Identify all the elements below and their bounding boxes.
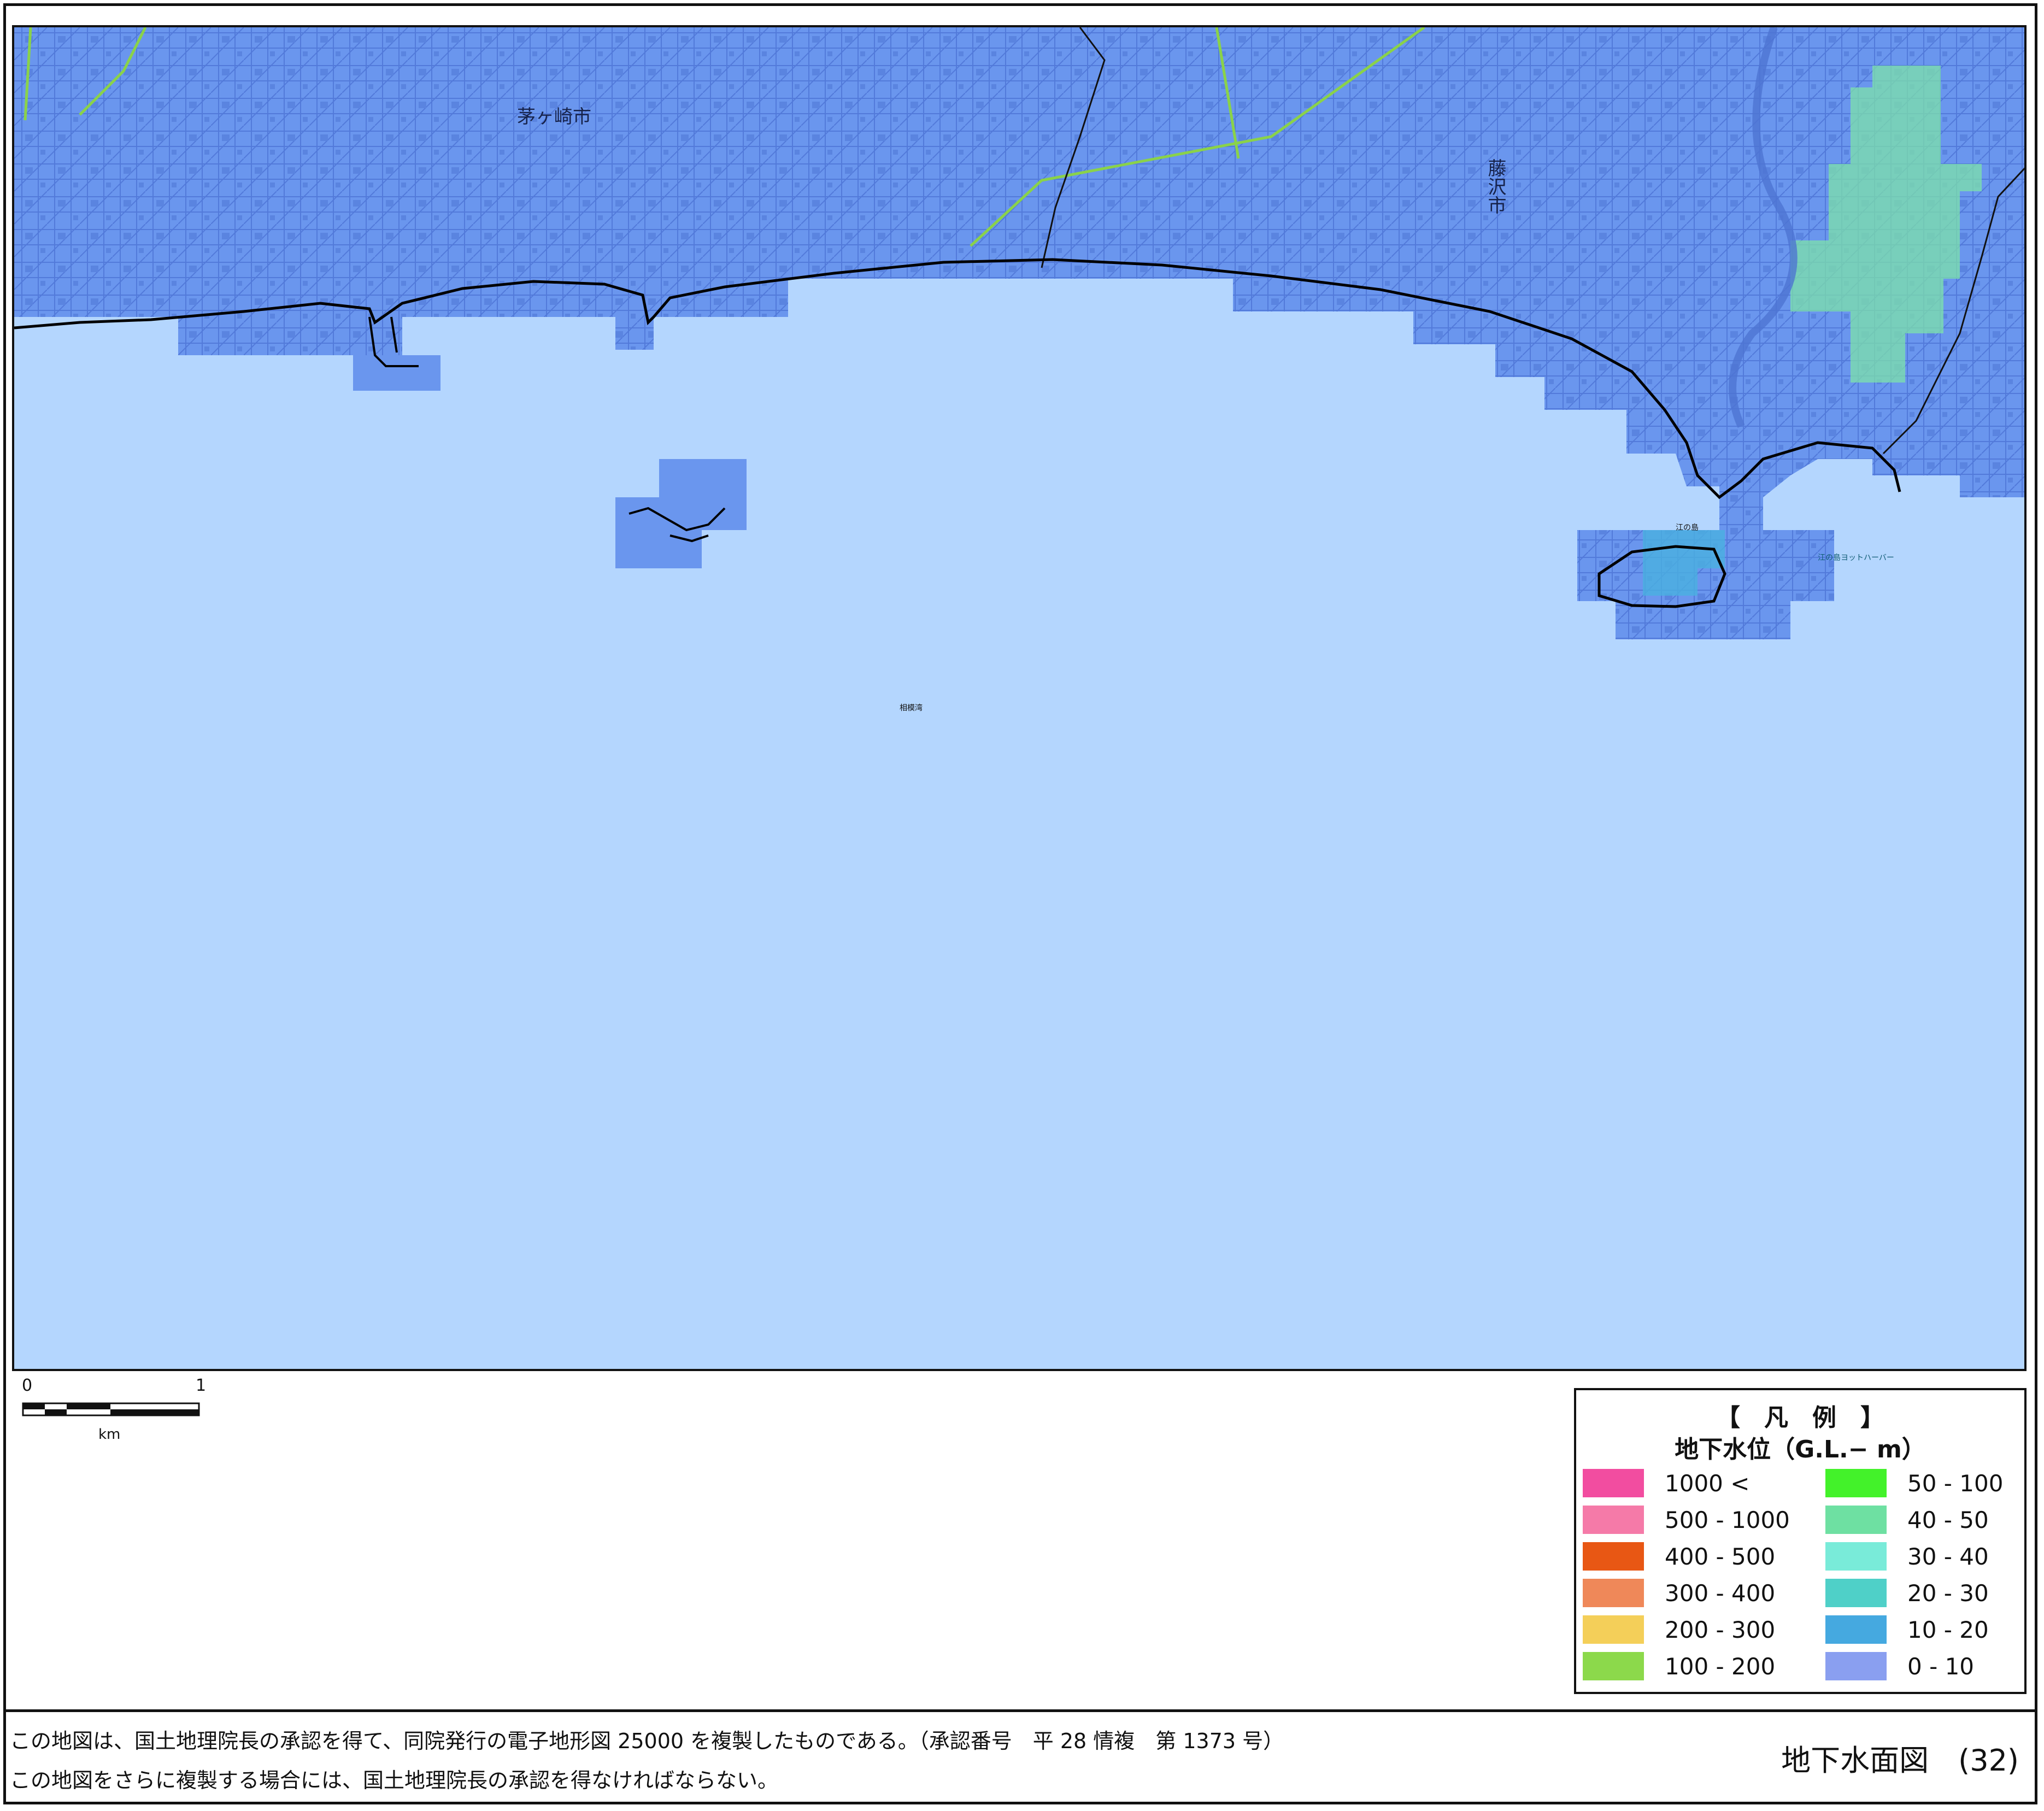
legend-item: 500 - 1000: [1583, 1506, 1790, 1534]
label-sagami-bay: 相模湾: [900, 703, 923, 713]
legend-item: 50 - 100: [1825, 1469, 2003, 1497]
legend-label: 400 - 500: [1665, 1543, 1776, 1570]
legend-swatch: [1583, 1542, 1644, 1571]
legend-item: 200 - 300: [1583, 1615, 1775, 1644]
legend-swatch: [1583, 1469, 1644, 1497]
legend-label: 40 - 50: [1907, 1506, 1989, 1533]
legend-label: 0 - 10: [1907, 1653, 1975, 1680]
legend-swatch: [1825, 1469, 1887, 1497]
sheet-title: 地下水面図 (32): [1781, 1743, 2019, 1778]
label-yacht-harbor: 江の島ヨットハーバー: [1818, 554, 1894, 562]
reproduction-notice: この地図をさらに複製する場合には、国土地理院長の承認を得なければならない。: [10, 1768, 779, 1792]
map-panel[interactable]: 茅ヶ崎市 藤沢市 江の島 江の島ヨットハーバー 相模湾: [12, 25, 2027, 1371]
legend-swatch: [1825, 1579, 1887, 1607]
legend-swatch: [1583, 1652, 1644, 1680]
label-chigasaki: 茅ヶ崎市: [517, 106, 591, 128]
scale-bar-graphic: [22, 1402, 200, 1416]
legend-item: 400 - 500: [1583, 1542, 1775, 1571]
legend-swatch: [1825, 1652, 1887, 1680]
label-enoshima: 江の島: [1676, 524, 1699, 532]
legend-title: 【 凡 例 】: [1716, 1404, 1884, 1432]
legend-item: 40 - 50: [1825, 1506, 1989, 1534]
scale-one: 1: [196, 1376, 207, 1395]
legend-swatch: [1825, 1542, 1887, 1571]
legend-label: 20 - 30: [1907, 1579, 1989, 1607]
legend-item: 100 - 200: [1583, 1652, 1775, 1680]
legend-label: 50 - 100: [1907, 1469, 2004, 1497]
legend-label: 500 - 1000: [1665, 1506, 1790, 1533]
legend-swatch: [1583, 1506, 1644, 1534]
legend-item: 300 - 400: [1583, 1579, 1775, 1607]
groundwater-map[interactable]: 茅ヶ崎市 藤沢市 江の島 江の島ヨットハーバー 相模湾: [14, 27, 2027, 1371]
scale-zero: 0: [22, 1376, 33, 1395]
legend-subtitle: 地下水位（G.L.− m）: [1675, 1436, 1926, 1463]
copyright-notice: この地図は、国土地理院長の承認を得て、同院発行の電子地形図 25000 を複製し…: [10, 1729, 1284, 1753]
legend-swatch: [1825, 1506, 1887, 1534]
legend-label: 30 - 40: [1907, 1543, 1989, 1570]
legend-label: 300 - 400: [1665, 1579, 1776, 1607]
label-fujisawa: 藤沢市: [1484, 158, 1506, 214]
legend: 【 凡 例 】 地下水位（G.L.− m） 1000 < 500 - 1000 …: [1574, 1388, 2027, 1694]
legend-item: 1000 <: [1583, 1469, 1749, 1497]
legend-swatch: [1583, 1615, 1644, 1644]
legend-item: 30 - 40: [1825, 1542, 1989, 1571]
legend-item: 10 - 20: [1825, 1615, 1989, 1644]
legend-item: 20 - 30: [1825, 1579, 1989, 1607]
legend-label: 10 - 20: [1907, 1616, 1989, 1643]
legend-swatch: [1583, 1579, 1644, 1607]
footer: この地図は、国土地理院長の承認を得て、同院発行の電子地形図 25000 を複製し…: [3, 1709, 2037, 1804]
scale-unit: km: [98, 1426, 121, 1443]
legend-label: 1000 <: [1665, 1469, 1750, 1497]
legend-item: 0 - 10: [1825, 1652, 1974, 1680]
legend-label: 100 - 200: [1665, 1653, 1776, 1680]
offshore-block: [353, 355, 440, 391]
legend-swatch: [1825, 1615, 1887, 1644]
scale-bar: 0 1 km: [22, 1376, 208, 1447]
legend-label: 200 - 300: [1665, 1616, 1776, 1643]
